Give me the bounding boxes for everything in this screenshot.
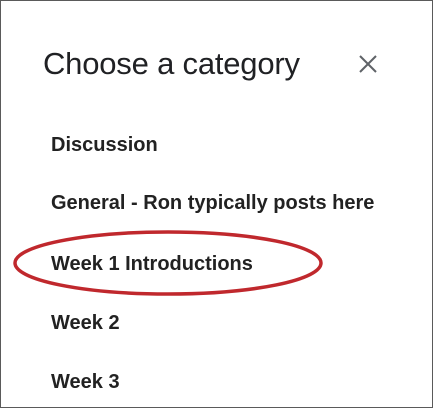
category-item-week-3[interactable]: Week 3 xyxy=(51,370,120,394)
category-item-general[interactable]: General - Ron typically posts here xyxy=(51,191,374,215)
close-icon xyxy=(359,55,377,73)
category-item-week-1-introductions[interactable]: Week 1 Introductions xyxy=(51,252,253,276)
category-item-week-2[interactable]: Week 2 xyxy=(51,311,120,335)
category-item-discussion[interactable]: Discussion xyxy=(51,133,158,157)
category-dialog: Choose a category Discussion General - R… xyxy=(0,0,433,408)
close-button[interactable] xyxy=(353,49,383,79)
dialog-title: Choose a category xyxy=(43,46,300,81)
